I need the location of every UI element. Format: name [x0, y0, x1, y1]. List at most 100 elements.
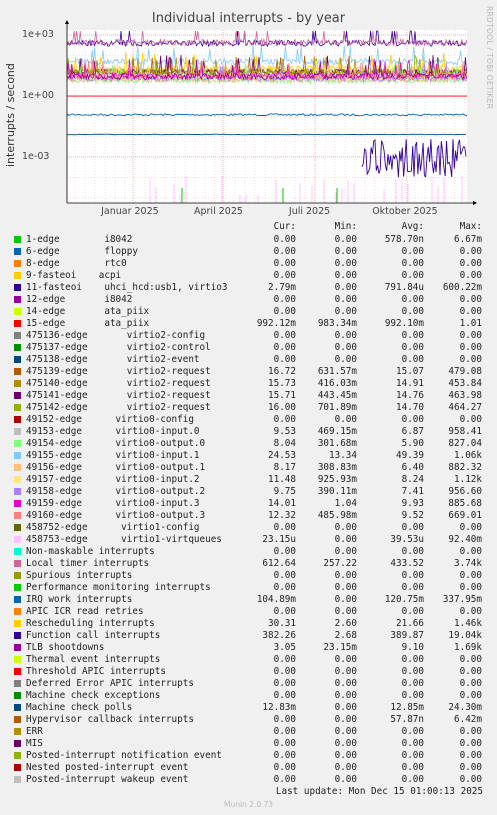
legend-max-value: 1.06k	[454, 450, 482, 461]
legend-swatch	[14, 464, 21, 471]
legend-cur-value: 8.04	[273, 438, 296, 449]
legend-swatch	[14, 512, 21, 519]
legend-max-value: 0.00	[459, 258, 482, 269]
legend-series-name: 475137-edge virtio2-control	[26, 342, 211, 353]
legend-series-name: 15-edge ata_piix	[26, 318, 150, 329]
legend-series-name: Posted-interrupt notification event	[26, 750, 222, 761]
legend-max-value: 0.00	[459, 306, 482, 317]
legend-max-value: 6.42m	[454, 714, 482, 725]
legend-min-value: 485.98m	[317, 510, 357, 521]
legend-min-value: 2.60	[334, 618, 357, 629]
legend-max-value: 827.04	[448, 438, 482, 449]
legend-series-name: 475138-edge virtio2-event	[26, 354, 200, 365]
legend-cur-value: 0.00	[273, 774, 296, 785]
legend-max-value: 1.12k	[454, 474, 482, 485]
legend-max-value: 6.67m	[454, 234, 482, 245]
legend-min-value: 13.34	[329, 450, 357, 461]
legend-series-name: 49154-edge virtio0-output.0	[26, 438, 206, 449]
legend-cur-value: 11.48	[268, 474, 296, 485]
legend-min-value: 257.22	[323, 558, 357, 569]
legend-min-value: 0.00	[334, 414, 357, 425]
legend-max-value: 0.00	[459, 330, 482, 341]
legend-swatch	[14, 380, 21, 387]
legend-cur-value: 16.00	[268, 402, 296, 413]
legend-min-value: 390.11m	[317, 486, 357, 497]
legend-min-value: 0.00	[334, 258, 357, 269]
legend-cur-value: 382.26	[262, 630, 296, 641]
legend-swatch	[14, 692, 21, 699]
legend-series-name: 1-edge i8042	[26, 234, 133, 245]
legend-max-value: 0.00	[459, 750, 482, 761]
legend-min-value: 701.89m	[317, 402, 357, 413]
legend-swatch	[14, 584, 21, 591]
legend-series-name: MIS	[26, 738, 43, 749]
legend-min-value: 0.00	[334, 306, 357, 317]
legend-min-value: 0.00	[334, 522, 357, 533]
legend-max-value: 337.95m	[442, 594, 482, 605]
legend-cur-value: 0.00	[273, 258, 296, 269]
legend-cur-value: 30.31	[268, 618, 296, 629]
legend-swatch	[14, 416, 21, 423]
legend-series-name: 475142-edge virtio2-request	[26, 402, 211, 413]
legend-swatch	[14, 752, 21, 759]
legend-max-value: 958.41	[448, 426, 482, 437]
legend-series-name: IRQ work interrupts	[26, 594, 133, 605]
legend-min-value: 308.83m	[317, 462, 357, 473]
legend-series-name: 6-edge floppy	[26, 246, 138, 257]
legend-cur-value: 24.53	[268, 450, 296, 461]
legend-series-name: Machine check exceptions	[26, 690, 161, 701]
legend-cur-value: 0.00	[273, 546, 296, 557]
legend-max-value: 0.00	[459, 606, 482, 617]
legend-max-value: 0.00	[459, 294, 482, 305]
legend-min-value: 925.93m	[317, 474, 357, 485]
legend-swatch	[14, 740, 21, 747]
legend-cur-value: 0.00	[273, 750, 296, 761]
legend-cur-value: 0.00	[273, 354, 296, 365]
legend-swatch	[14, 356, 21, 363]
legend-swatch	[14, 764, 21, 771]
y-tick-label: 1e+00	[22, 90, 54, 101]
legend-cur-value: 0.00	[273, 606, 296, 617]
legend-cur-value: 9.53	[273, 426, 296, 437]
legend-swatch	[14, 440, 21, 447]
legend-series-name: 49158-edge virtio0-output.2	[26, 486, 206, 497]
legend-cur-value: 12.83m	[262, 702, 296, 713]
legend-min-value: 443.45m	[317, 390, 357, 401]
legend-cur-value: 104.89m	[256, 594, 296, 605]
legend-series-name: ERR	[26, 726, 43, 737]
legend-min-value: 0.00	[334, 570, 357, 581]
legend-cur-value: 16.72	[268, 366, 296, 377]
legend-min-value: 0.00	[334, 594, 357, 605]
legend-series-name: 14-edge ata_piix	[26, 306, 150, 317]
legend-series-name: 8-edge rtc0	[26, 258, 127, 269]
legend-cur-value: 0.00	[273, 342, 296, 353]
legend-swatch	[14, 524, 21, 531]
series-line	[67, 133, 467, 136]
legend-series-name: APIC ICR read retries	[26, 606, 144, 617]
legend-min-value: 0.00	[334, 702, 357, 713]
legend-swatch	[14, 404, 21, 411]
legend-min-value: 301.68m	[317, 438, 357, 449]
legend-swatch	[14, 536, 21, 543]
legend-min-value: 0.00	[334, 714, 357, 725]
legend-max-value: 0.00	[459, 738, 482, 749]
legend-swatch	[14, 320, 21, 327]
legend-max-value: 479.08	[448, 366, 482, 377]
legend-cur-value: 15.73	[268, 378, 296, 389]
legend-max-value: 0.00	[459, 354, 482, 365]
legend-max-value: 0.00	[459, 246, 482, 257]
legend-series-name: Deferred Error APIC interrupts	[26, 678, 194, 689]
legend-series-name: Hypervisor callback interrupts	[26, 714, 194, 725]
legend-max-value: 453.84	[448, 378, 482, 389]
col-max-header: Max:	[459, 221, 482, 232]
legend-min-value: 1.04	[334, 498, 357, 509]
legend-swatch	[14, 476, 21, 483]
legend-series-name: Threshold APIC interrupts	[26, 666, 166, 677]
legend-series-name: 12-edge i8042	[26, 294, 133, 305]
col-min-header: Min:	[334, 221, 357, 232]
legend-swatch	[14, 260, 21, 267]
legend-cur-value: 0.00	[273, 522, 296, 533]
legend-swatch	[14, 272, 21, 279]
legend-series-name: Spurious interrupts	[26, 570, 133, 581]
y-tick-label: 1e-03	[22, 151, 50, 162]
